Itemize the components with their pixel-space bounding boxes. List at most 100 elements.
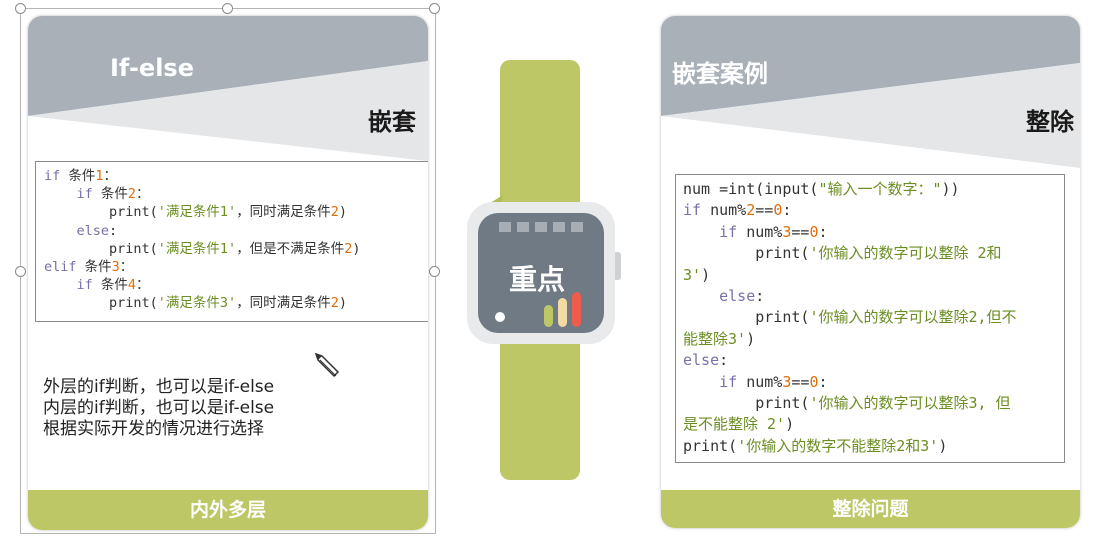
note-line: 外层的if判断，也可以是if-else: [43, 377, 275, 397]
code-block: if 条件1： if 条件2： print('满足条件1'，同时满足条件2) e…: [35, 161, 428, 322]
code-token: ): [785, 415, 795, 434]
code-token: "输入一个数字：": [818, 180, 942, 198]
code-token: num%: [746, 372, 783, 391]
code-token: 4: [127, 277, 137, 294]
code-line: 3'): [683, 265, 1064, 286]
code-line: print('你输入的数字可以整除3, 但: [683, 393, 1064, 414]
code-line: else:: [683, 350, 1064, 371]
code-line: if num%3==0:: [683, 222, 1064, 243]
code-line: if 条件4：: [44, 276, 428, 294]
code-line: print('满足条件3'，同时满足条件2): [44, 294, 428, 312]
code-token: 2: [330, 204, 339, 221]
card-banner: [28, 16, 428, 161]
note-line: 内层的if判断，也可以是if-else: [43, 398, 275, 418]
code-token: :: [818, 222, 828, 241]
selection-handle-icon[interactable]: [222, 3, 233, 14]
code-line: print('你输入的数字不能整除2和3'): [683, 436, 1064, 457]
code-line: if num%3==0:: [683, 372, 1064, 393]
code-token: if: [76, 277, 101, 294]
code-token: ): [338, 295, 347, 312]
code-token: :: [755, 287, 765, 306]
code-token: 3': [683, 265, 702, 284]
code-block: num =int(input("输入一个数字：")) if num%2==0: i…: [675, 174, 1065, 463]
code-line: if num%2==0:: [683, 200, 1064, 221]
code-line: print('你输入的数字可以整除 2和: [683, 243, 1064, 264]
code-token: ): [701, 265, 711, 284]
code-token: '你输入的数字可以整除3, 但: [809, 394, 1011, 413]
code-token: ：: [119, 259, 134, 276]
nesting-example-card[interactable]: 嵌套案例 整除 num =int(input("输入一个数字：")) if num…: [661, 16, 1080, 528]
code-token: print(: [683, 436, 738, 455]
code-token: if: [44, 168, 69, 184]
code-token: 2: [330, 295, 339, 312]
code-token: print(: [683, 244, 810, 263]
code-token: ：: [103, 168, 118, 184]
code-token: :: [719, 351, 729, 370]
card-title: If-else: [110, 54, 194, 82]
code-token: '你输入的数字可以整除2,但不: [809, 308, 1017, 327]
selection-handle-icon[interactable]: [15, 266, 26, 277]
code-token: print(: [44, 295, 158, 312]
note-line: 根据实际开发的情况进行选择: [43, 419, 264, 439]
card-subtitle: 整除: [1026, 108, 1074, 136]
card-title: 嵌套案例: [672, 60, 768, 88]
code-token: else: [683, 351, 720, 370]
selection-handle-icon[interactable]: [429, 3, 440, 14]
code-token: ：: [136, 186, 150, 203]
code-token: '满足条件1': [157, 240, 237, 257]
code-token: ，同时满足条件: [236, 295, 331, 312]
code-token: )): [941, 180, 960, 198]
code-token: '满足条件3': [157, 295, 237, 312]
code-token: ==: [791, 372, 810, 391]
selection-handle-icon[interactable]: [429, 266, 440, 277]
code-token: num =int(input(: [683, 180, 819, 198]
code-line: 能整除3'): [683, 329, 1064, 350]
code-token: ): [352, 240, 361, 257]
code-token: 能整除3': [683, 329, 747, 348]
code-token: if: [719, 222, 747, 241]
selection-handle-icon[interactable]: [15, 3, 26, 14]
code-line: 是不能整除 2'): [683, 414, 1064, 435]
code-token: num%: [710, 201, 747, 220]
code-token: 条件: [84, 259, 112, 276]
code-token: 0: [773, 201, 783, 220]
smartwatch-icon: 重点: [467, 60, 621, 480]
pencil-cursor-icon: [312, 350, 342, 384]
watch-label: 重点: [509, 263, 566, 296]
code-token: ): [338, 204, 347, 221]
code-token: :: [782, 201, 792, 220]
if-else-nesting-card[interactable]: If-else 嵌套 if 条件1： if 条件2： print('满足条件1'…: [28, 16, 428, 530]
card-footer: 整除问题: [661, 490, 1080, 528]
code-line: if 条件2：: [44, 185, 428, 203]
code-token: :: [109, 222, 118, 239]
code-token: 条件: [100, 277, 128, 294]
code-token: 2: [746, 201, 756, 220]
code-token: else: [76, 222, 110, 239]
code-token: if: [76, 186, 101, 203]
code-line: print('满足条件1'，但是不满足条件2): [44, 240, 428, 258]
code-token: 1: [95, 168, 104, 184]
code-line: else:: [683, 286, 1064, 307]
code-token: print(: [683, 394, 810, 413]
code-token: ): [938, 436, 948, 455]
code-token: ==: [755, 201, 774, 220]
code-line: num =int(input("输入一个数字：")): [683, 179, 1064, 200]
notes: 外层的if判断，也可以是if-else 内层的if判断，也可以是if-else …: [43, 377, 274, 440]
code-token: ，同时满足条件: [236, 204, 331, 221]
code-token: print(: [44, 240, 158, 257]
code-token: print(: [44, 204, 158, 221]
code-token: 3: [111, 259, 120, 276]
code-token: else: [719, 287, 756, 306]
code-line: print('你输入的数字可以整除2,但不: [683, 307, 1064, 328]
code-token: ): [746, 329, 756, 348]
code-token: '你输入的数字不能整除2和3': [737, 436, 939, 455]
card-subtitle: 嵌套: [368, 108, 416, 136]
code-token: 条件: [68, 168, 96, 184]
code-line: else:: [44, 222, 428, 240]
